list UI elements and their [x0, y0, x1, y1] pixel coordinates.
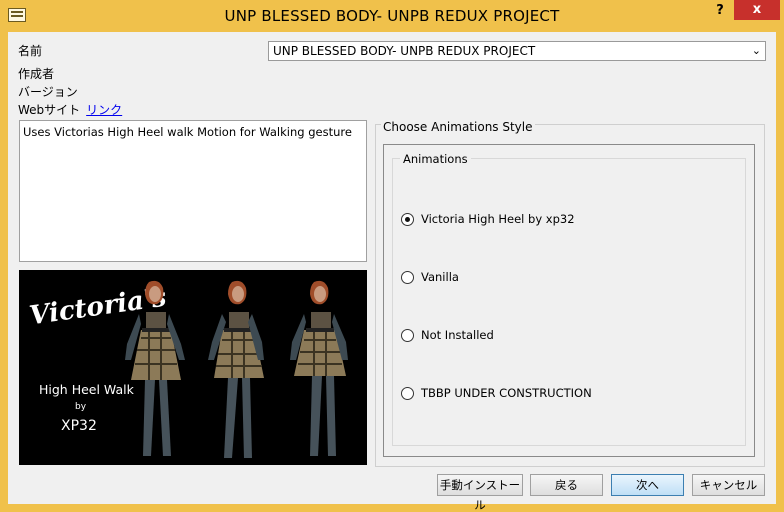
- preview-line-2: by: [75, 402, 87, 412]
- installer-window: UNP BLESSED BODY- UNPB REDUX PROJECT ? x…: [0, 0, 784, 512]
- radio-label: TBBP UNDER CONSTRUCTION: [421, 386, 592, 400]
- name-label: 名前: [18, 44, 43, 58]
- radio-option-vanilla[interactable]: Vanilla: [401, 269, 459, 285]
- description-text: Uses Victorias High Heel walk Motion for…: [23, 125, 352, 139]
- radio-unchecked-icon[interactable]: [401, 270, 414, 284]
- website-label: Webサイト: [18, 103, 81, 117]
- preview-line-3: XP32: [61, 418, 97, 434]
- close-icon: x: [752, 2, 762, 17]
- radio-label: Vanilla: [421, 270, 459, 284]
- help-button[interactable]: ?: [708, 2, 732, 22]
- model-figure-icon: [290, 280, 348, 456]
- manual-install-button[interactable]: 手動インストール: [437, 474, 523, 512]
- close-button[interactable]: x: [734, 0, 780, 20]
- model-figure-icon: [208, 280, 264, 458]
- radio-label: Victoria High Heel by xp32: [421, 212, 575, 226]
- name-select-value: UNP BLESSED BODY- UNPB REDUX PROJECT: [273, 44, 536, 58]
- radio-option-victoria[interactable]: Victoria High Heel by xp32: [401, 211, 575, 227]
- animations-fieldset: [392, 158, 746, 446]
- animations-title: Animations: [400, 152, 471, 166]
- title-bar[interactable]: UNP BLESSED BODY- UNPB REDUX PROJECT ? x: [0, 0, 784, 32]
- cancel-button[interactable]: キャンセル: [692, 474, 765, 496]
- radio-label: Not Installed: [421, 328, 494, 342]
- dialog-body: 名前 UNP BLESSED BODY- UNPB REDUX PROJECT …: [8, 32, 776, 512]
- website-row: Webサイト リンク: [18, 101, 122, 118]
- radio-unchecked-icon[interactable]: [401, 328, 414, 342]
- name-select[interactable]: UNP BLESSED BODY- UNPB REDUX PROJECT ⌄: [268, 41, 766, 61]
- preview-image: Victoria's High Heel Walk by XP32: [19, 270, 367, 465]
- description-box[interactable]: Uses Victorias High Heel walk Motion for…: [19, 120, 367, 262]
- back-button[interactable]: 戻る: [530, 474, 603, 496]
- version-label: バージョン: [18, 85, 78, 99]
- author-label: 作成者: [18, 67, 55, 81]
- radio-unchecked-icon[interactable]: [401, 386, 414, 400]
- model-figure-icon: [125, 280, 185, 456]
- website-link[interactable]: リンク: [86, 103, 122, 117]
- chevron-down-icon: ⌄: [751, 44, 761, 57]
- radio-checked-icon[interactable]: [401, 212, 414, 226]
- radio-option-tbbp[interactable]: TBBP UNDER CONSTRUCTION: [401, 385, 592, 401]
- next-button[interactable]: 次へ: [611, 474, 684, 496]
- window-title: UNP BLESSED BODY- UNPB REDUX PROJECT: [224, 7, 560, 25]
- radio-option-not-installed[interactable]: Not Installed: [401, 327, 494, 343]
- animation-style-title: Choose Animations Style: [381, 120, 535, 134]
